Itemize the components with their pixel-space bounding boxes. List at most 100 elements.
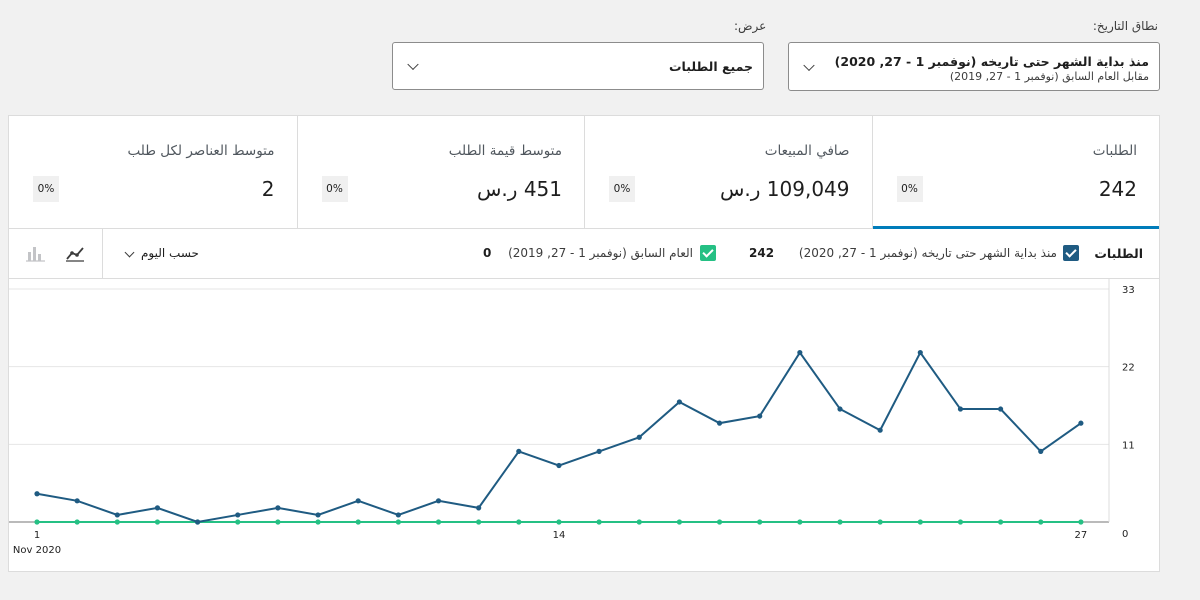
data-point (757, 413, 763, 419)
chart-title: الطلبات (1094, 246, 1143, 261)
data-point (676, 399, 683, 405)
data-point (74, 519, 80, 525)
data-point (998, 406, 1004, 412)
legend-previous-total: 0 (483, 246, 492, 260)
data-point (596, 519, 602, 525)
data-point (154, 505, 161, 511)
legend-current-total: 242 (749, 246, 775, 260)
data-point (636, 434, 642, 440)
tile-label: متوسط قيمة الطلب (448, 143, 562, 159)
data-point (917, 349, 923, 356)
delta-badge: 0% (33, 176, 59, 202)
data-point (315, 512, 321, 518)
data-point (1038, 448, 1044, 454)
data-point (476, 519, 482, 525)
data-point (716, 420, 723, 426)
show-value: جميع الطلبات (669, 59, 753, 74)
data-point (556, 462, 562, 469)
data-point (837, 519, 843, 525)
tile-avg-items-per-order[interactable]: متوسط العناصر لكل طلب 2 0% (9, 116, 297, 228)
data-point (676, 519, 683, 525)
x-tick-label: 27 (1075, 530, 1088, 541)
y-tick-label: 22 (1122, 363, 1135, 374)
data-point (957, 406, 964, 412)
data-point (1078, 420, 1084, 426)
tile-value: 2 (261, 177, 275, 201)
tile-value: 451 ر.س (477, 177, 562, 201)
y-tick-label: 11 (1122, 440, 1135, 451)
data-point (797, 519, 803, 525)
data-point (34, 491, 40, 497)
chevron-down-icon (124, 247, 135, 258)
tile-label: متوسط العناصر لكل طلب (127, 143, 275, 159)
data-point (74, 498, 80, 504)
chevron-down-icon (407, 58, 419, 71)
data-point (596, 448, 602, 454)
orders-line-chart: 0 11 22 33 1 14 27 Nov 2020 (9, 279, 1135, 556)
y-tick-label: 0 (1122, 529, 1128, 540)
legend-checkbox-previous[interactable] (700, 245, 716, 261)
data-point (556, 519, 562, 525)
data-point (395, 519, 401, 525)
x-tick-label: 1 (34, 530, 40, 541)
delta-badge: 0% (321, 176, 348, 202)
data-point (1078, 519, 1084, 525)
data-point (917, 519, 923, 525)
interval-select[interactable]: حسب اليوم (141, 246, 199, 260)
tile-avg-order-value[interactable]: متوسط قيمة الطلب 451 ر.س 0% (296, 116, 585, 228)
data-point (154, 519, 161, 525)
data-point (877, 427, 883, 433)
legend-previous-label: العام السابق (نوفمبر 1 - 27, 2019) (508, 246, 693, 260)
date-range-compare: مقابل العام السابق (نوفمبر 1 - 27, 2019) (949, 70, 1149, 83)
date-range-value: منذ بداية الشهر حتى تاريخه (نوفمبر 1 - 2… (834, 54, 1149, 69)
data-point (476, 505, 482, 511)
tile-orders[interactable]: الطلبات 242 0% (871, 116, 1160, 229)
data-point (34, 519, 40, 525)
show-select[interactable]: جميع الطلبات (392, 42, 764, 90)
data-point (235, 519, 241, 525)
data-point (797, 349, 803, 356)
data-point (516, 448, 522, 454)
data-point (275, 519, 281, 525)
date-range-label: نطاق التاريخ: (1092, 19, 1158, 33)
tile-label: الطلبات (1092, 143, 1137, 159)
show-label: عرض: (734, 19, 767, 33)
data-point (315, 519, 321, 525)
data-point (435, 519, 442, 525)
legend-current-label: منذ بداية الشهر حتى تاريخه (نوفمبر 1 - 2… (798, 246, 1057, 260)
x-tick-label: 14 (553, 530, 566, 541)
tile-value: 242 (1098, 177, 1137, 201)
data-point (435, 498, 442, 504)
header-divider (102, 229, 103, 279)
delta-badge: 0% (896, 176, 923, 202)
tile-net-sales[interactable]: صافي المبيعات 109,049 ر.س 0% (584, 116, 872, 228)
data-point (1038, 519, 1044, 525)
data-point (516, 519, 522, 525)
data-point (275, 505, 281, 511)
summary-tiles: الطلبات 242 0% صافي المبيعات 109,049 ر.س… (8, 115, 1160, 229)
chevron-down-icon (803, 59, 815, 71)
data-point (195, 519, 201, 525)
line-chart-icon[interactable] (65, 244, 85, 266)
tile-label: صافي المبيعات (764, 143, 850, 159)
data-point (114, 512, 120, 518)
data-point (837, 406, 843, 412)
data-point (716, 519, 723, 525)
data-point (395, 512, 401, 518)
date-range-select[interactable]: منذ بداية الشهر حتى تاريخه (نوفمبر 1 - 2… (788, 42, 1160, 91)
chart-header: الطلبات منذ بداية الشهر حتى تاريخه (نوفم… (9, 229, 1159, 279)
data-point (114, 519, 120, 525)
x-tick-sublabel: Nov 2020 (13, 545, 61, 556)
data-point (235, 512, 241, 518)
legend-checkbox-current[interactable] (1063, 245, 1079, 261)
data-point (998, 519, 1004, 525)
data-point (355, 498, 361, 504)
data-point (355, 519, 361, 525)
data-point (957, 519, 964, 525)
delta-badge: 0% (609, 176, 635, 202)
y-tick-label: 33 (1122, 285, 1135, 296)
data-point (877, 519, 883, 525)
data-point (757, 519, 763, 525)
bar-chart-icon[interactable] (26, 244, 46, 266)
data-point (636, 519, 642, 525)
